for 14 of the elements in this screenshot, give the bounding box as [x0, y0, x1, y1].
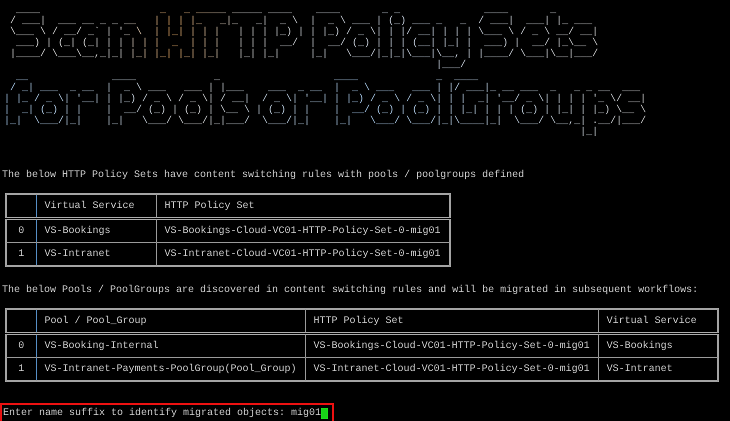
- column-header: Pool / Pool_Group: [36, 309, 306, 334]
- column-header: HTTP Policy Set: [305, 309, 598, 334]
- input-prompt[interactable]: Enter name suffix to identify migrated objects: mig01: [0, 403, 334, 421]
- table-cell: VS-Booking-Internal: [36, 334, 306, 358]
- text-cursor: [321, 408, 328, 419]
- output-text: The below HTTP Policy Sets have content switching rules with pools / poolgroups defined: [2, 170, 524, 182]
- prompt-label: Enter name suffix to identify migrated objects:: [3, 408, 286, 419]
- table-cell: VS-Bookings-Cloud-VC01-HTTP-Policy-Set-0-mig01: [305, 334, 598, 358]
- output-text: The below Pools / PoolGroups are discovered in content switching rules and will be migrated in subsequent workflows:: [2, 285, 698, 297]
- column-header: Virtual Service: [36, 194, 156, 218]
- table-cell: 0: [6, 218, 36, 242]
- input-value: mig01: [291, 408, 322, 419]
- table-cell: 0: [6, 334, 36, 358]
- table-cell: VS-Bookings: [36, 218, 156, 242]
